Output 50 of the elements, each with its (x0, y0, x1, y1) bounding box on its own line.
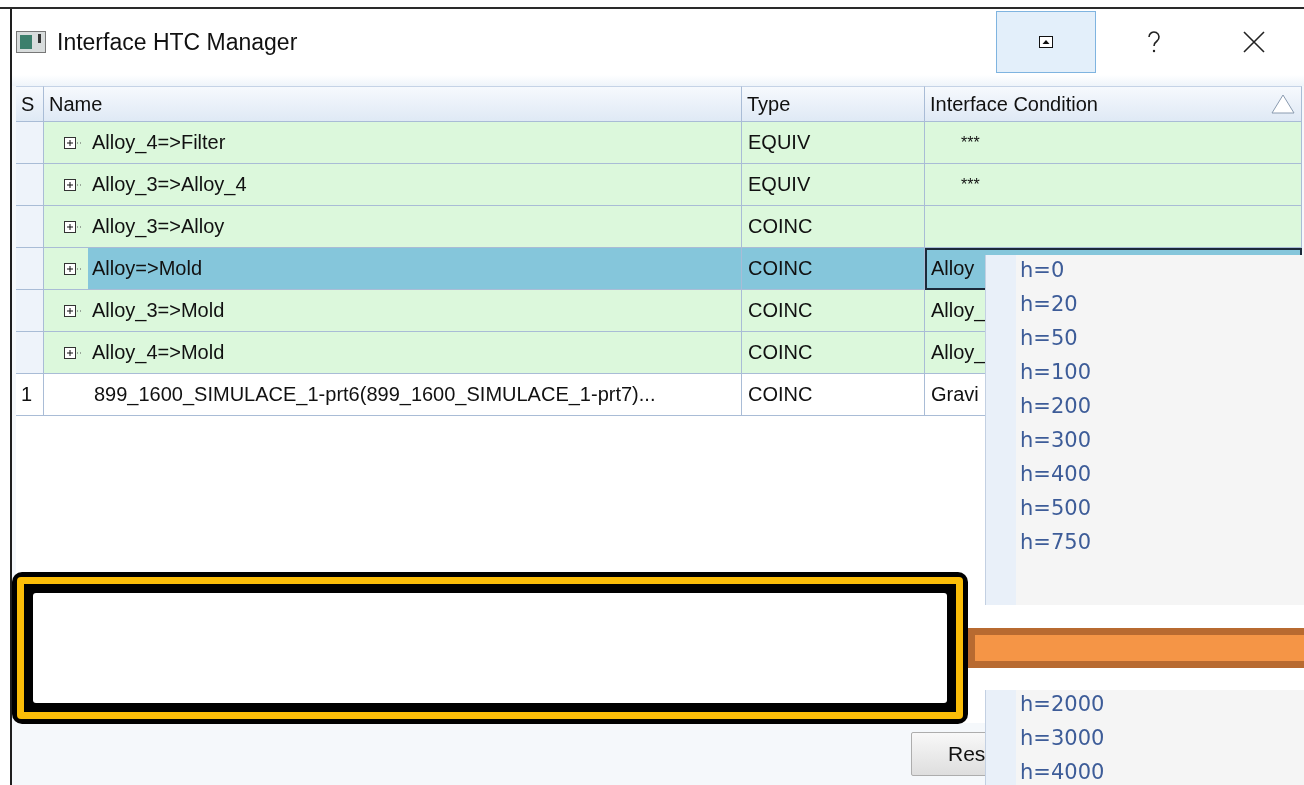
condition-cell[interactable]: *** (925, 164, 1302, 206)
name-cell[interactable]: Alloy_3=>Alloy_4 (44, 164, 742, 206)
row-number-cell (16, 290, 44, 332)
sort-icon (1271, 94, 1295, 114)
dropdown-item[interactable]: h=50 (986, 326, 1304, 350)
column-header[interactable]: S (16, 86, 44, 122)
expand-icon[interactable] (64, 262, 82, 275)
column-header[interactable]: Type (742, 86, 925, 122)
type-cell: COINC (742, 206, 925, 248)
window-title: Interface HTC Manager (57, 28, 299, 56)
dropdown-item[interactable]: h=750 (986, 530, 1304, 554)
row-number-cell (16, 332, 44, 374)
help-icon (1147, 30, 1161, 54)
column-header[interactable]: Interface Condition (925, 86, 1302, 122)
expand-icon[interactable] (64, 178, 82, 191)
dropdown-item[interactable]: h=100 (986, 360, 1304, 384)
column-header[interactable]: Name (44, 86, 742, 122)
app-icon (16, 31, 46, 53)
name-cell[interactable]: Alloy_4=>Mold (44, 332, 742, 374)
row-number-cell (16, 164, 44, 206)
row-number-cell (16, 248, 44, 290)
condition-cell[interactable]: *** (925, 122, 1302, 164)
row-number-cell (16, 206, 44, 248)
name-cell[interactable]: 899_1600_SIMULACE_1-prt6(899_1600_SIMULACE_1-prt7)... (44, 374, 742, 416)
dropdown-item[interactable]: h=0 (986, 258, 1304, 282)
dropdown-item[interactable]: h=300 (986, 428, 1304, 452)
type-cell: EQUIV (742, 164, 925, 206)
type-cell: COINC (742, 290, 925, 332)
row-number-cell (16, 122, 44, 164)
type-cell: COINC (742, 332, 925, 374)
restore-icon (1039, 36, 1053, 48)
expand-icon[interactable] (64, 136, 82, 149)
expand-icon[interactable] (64, 346, 82, 359)
dropdown-item[interactable]: h=500 (986, 496, 1304, 520)
expand-icon[interactable] (64, 304, 82, 317)
dropdown-item[interactable]: h=2000 (986, 692, 1304, 716)
dropdown-item[interactable]: h=400 (986, 462, 1304, 486)
type-cell: EQUIV (742, 122, 925, 164)
condition-cell[interactable] (925, 206, 1302, 248)
name-cell[interactable]: Alloy_4=>Filter (44, 122, 742, 164)
dropdown-item[interactable]: h=20 (986, 292, 1304, 316)
close-icon (1243, 31, 1265, 53)
type-cell: COINC (742, 374, 925, 416)
name-cell[interactable]: Alloy_3=>Mold (44, 290, 742, 332)
row-number-cell: 1 (16, 374, 44, 416)
type-cell: COINC (742, 248, 925, 290)
name-cell[interactable]: Alloy=>Mold (44, 248, 742, 290)
dropdown-item[interactable]: h=200 (986, 394, 1304, 418)
name-cell[interactable]: Alloy_3=>Alloy (44, 206, 742, 248)
expand-icon[interactable] (64, 220, 82, 233)
